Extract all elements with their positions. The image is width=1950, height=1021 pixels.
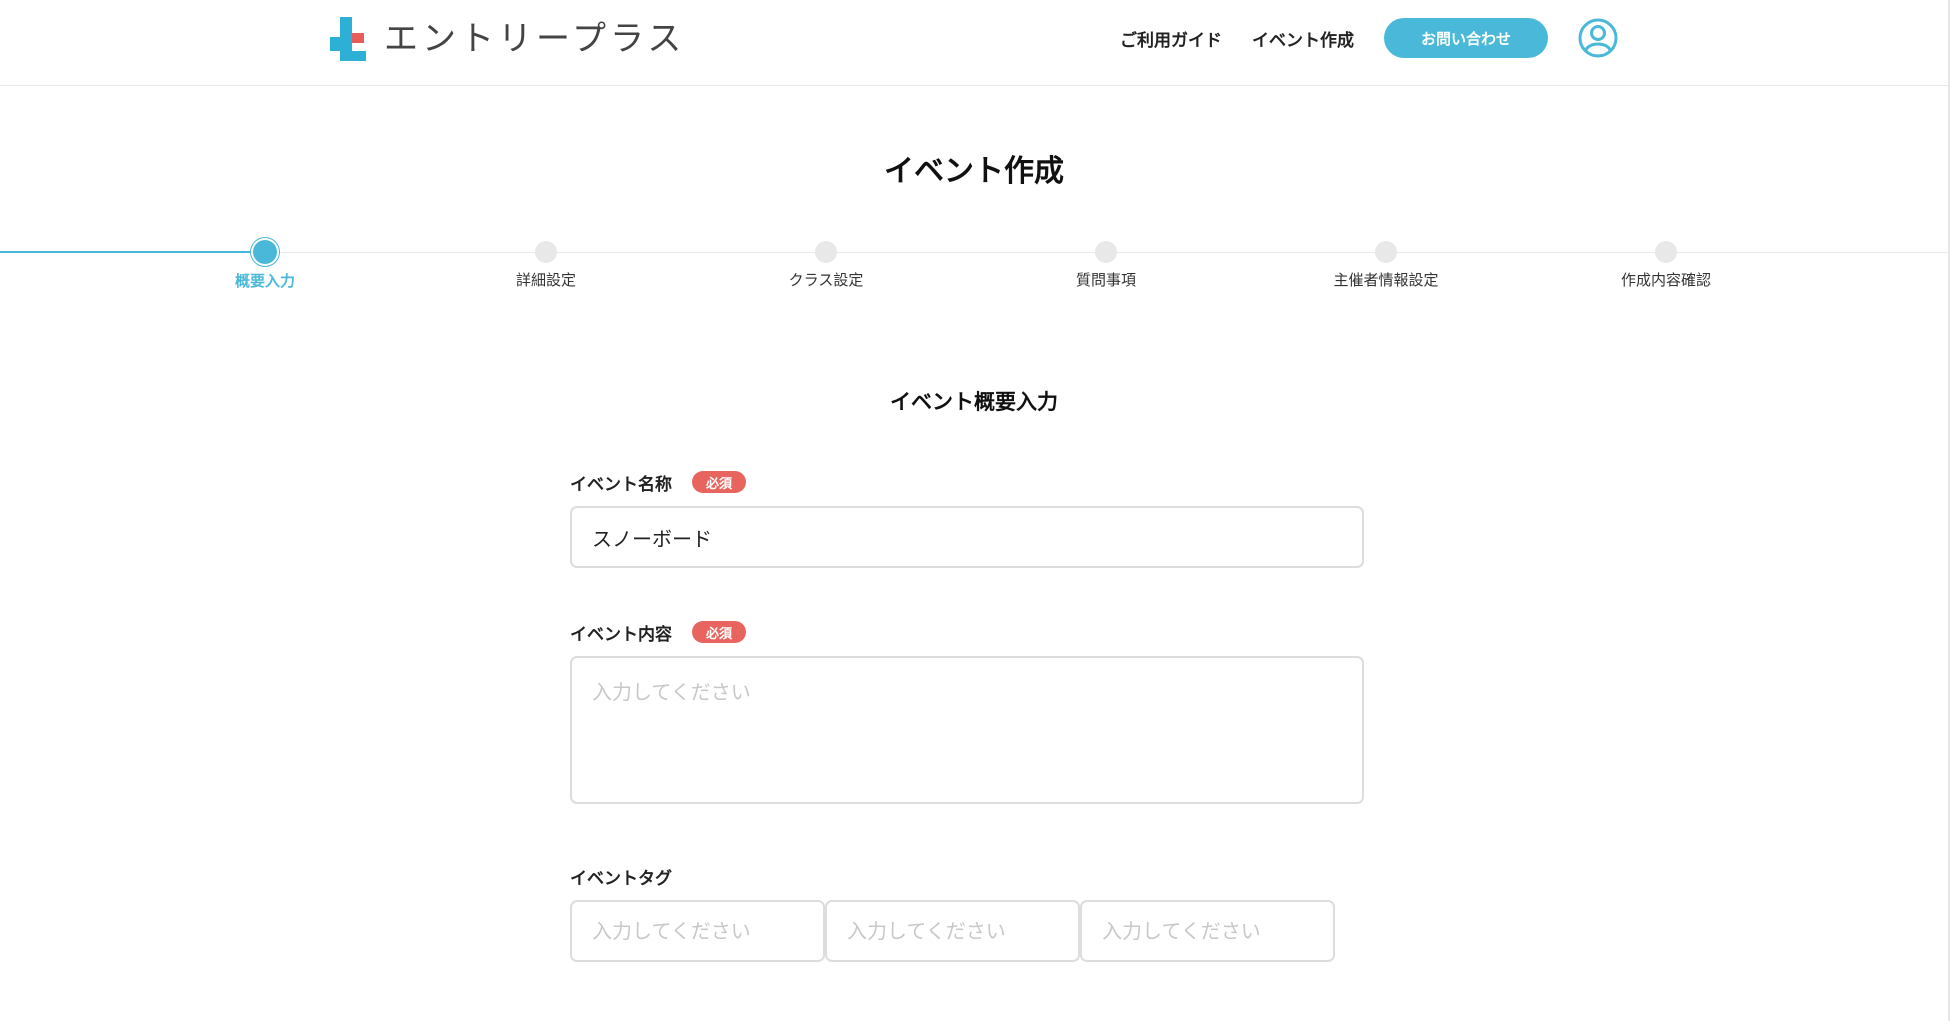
- required-badge: 必須: [692, 621, 747, 643]
- event-name-field: イベント名称 必須: [570, 468, 1364, 568]
- step-overview[interactable]: 概要入力: [165, 238, 365, 291]
- event-tag-input-3[interactable]: [1080, 900, 1335, 962]
- step-questions[interactable]: 質問事項: [1006, 238, 1206, 290]
- step-class[interactable]: クラス設定: [726, 238, 926, 290]
- event-tag-input-1[interactable]: [570, 900, 825, 962]
- site-header: エントリープラス ご利用ガイド イベント作成 お問い合わせ: [0, 0, 1948, 86]
- required-badge: 必須: [692, 471, 747, 493]
- event-content-label-row: イベント内容 必須: [570, 618, 1364, 646]
- step-dot: [535, 241, 557, 263]
- step-organizer[interactable]: 主催者情報設定: [1286, 238, 1486, 290]
- event-name-label: イベント名称: [570, 474, 672, 495]
- logo-text: エントリープラス: [384, 19, 686, 59]
- step-dot: [815, 241, 837, 263]
- event-tags-label-row: イベントタグ: [570, 862, 1335, 890]
- logo-mark-icon: [330, 17, 368, 61]
- step-details[interactable]: 詳細設定: [446, 238, 646, 290]
- event-tag-input-2[interactable]: [825, 900, 1080, 962]
- step-confirm[interactable]: 作成内容確認: [1566, 238, 1766, 290]
- page-title: イベント作成: [884, 154, 1064, 189]
- step-dot: [1375, 241, 1397, 263]
- event-name-input[interactable]: [570, 506, 1364, 568]
- step-dot: [1095, 241, 1117, 263]
- user-circle-icon[interactable]: [1578, 18, 1618, 58]
- step-label: 概要入力: [234, 272, 295, 290]
- event-tags-label: イベントタグ: [570, 868, 672, 889]
- section-title: イベント概要入力: [890, 390, 1058, 414]
- event-name-label-row: イベント名称 必須: [570, 468, 1364, 496]
- event-content-textarea[interactable]: [570, 656, 1364, 804]
- site-logo[interactable]: エントリープラス: [330, 16, 685, 62]
- event-content-label: イベント内容: [570, 624, 672, 645]
- step-dot-active: [253, 240, 277, 264]
- contact-button[interactable]: お問い合わせ: [1384, 18, 1548, 58]
- step-label: 作成内容確認: [1620, 271, 1711, 289]
- step-label: 詳細設定: [515, 271, 576, 289]
- nav-guide-link[interactable]: ご利用ガイド: [1120, 26, 1222, 51]
- nav-create-event-link[interactable]: イベント作成: [1252, 26, 1354, 51]
- step-label: 質問事項: [1075, 271, 1136, 289]
- step-dot: [1655, 241, 1677, 263]
- step-label: 主催者情報設定: [1333, 271, 1439, 289]
- event-tags-field: イベントタグ: [570, 862, 1335, 962]
- event-content-field: イベント内容 必須: [570, 618, 1364, 804]
- event-tags-row: [570, 900, 1335, 962]
- progress-stepper: 概要入力 詳細設定 クラス設定 質問事項 主催者情報設定 作成内容確認: [0, 238, 1948, 298]
- header-nav: ご利用ガイド イベント作成 お問い合わせ: [1120, 18, 1618, 58]
- step-label: クラス設定: [788, 271, 864, 289]
